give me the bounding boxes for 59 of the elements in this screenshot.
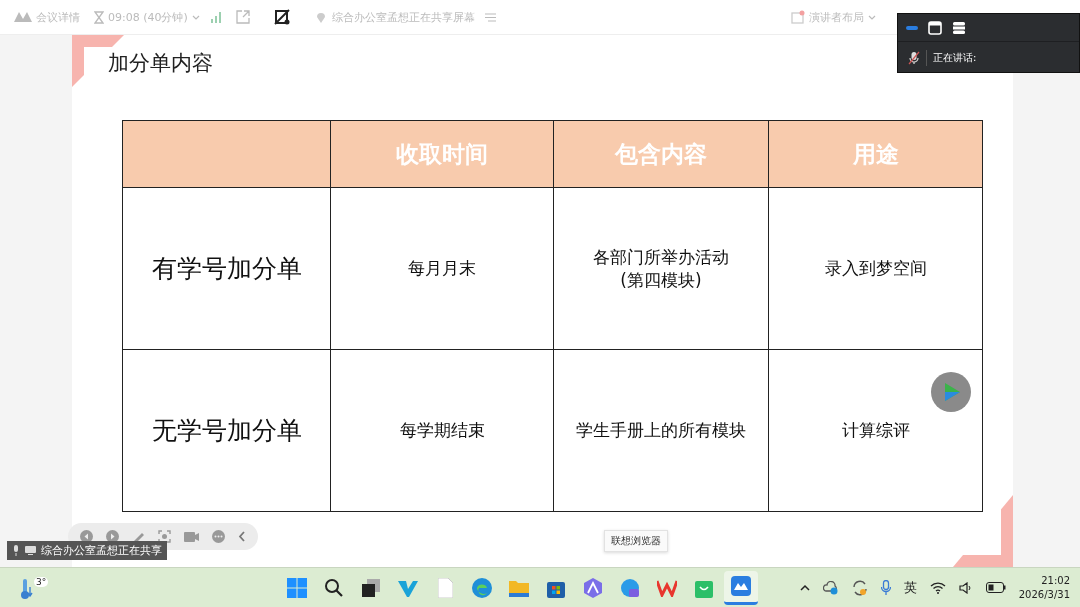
slide-title: 加分单内容 bbox=[108, 50, 213, 77]
sharing-notice-text: 综合办公室孟想正在共享 bbox=[41, 543, 162, 558]
mic-icon bbox=[12, 545, 20, 556]
column-header: 用途 bbox=[768, 120, 983, 188]
windows-icon bbox=[287, 577, 307, 598]
task-view-icon bbox=[362, 578, 380, 597]
column-header: 收取时间 bbox=[330, 120, 554, 188]
search-icon bbox=[324, 577, 344, 598]
table-cell: 各部门所举办活动 (第四模块) bbox=[553, 187, 769, 350]
list-icon[interactable] bbox=[952, 20, 966, 35]
table-cell: 录入到梦空间 bbox=[768, 187, 983, 350]
play-icon[interactable] bbox=[931, 372, 971, 412]
row-header: 无学号加分单 bbox=[122, 349, 331, 512]
clock-date[interactable]: 2026/3/31 bbox=[1018, 587, 1070, 602]
chevron-down-icon[interactable] bbox=[868, 14, 876, 20]
layout-icon bbox=[791, 10, 805, 24]
temperature: 3° bbox=[34, 576, 49, 587]
chevron-up-icon[interactable] bbox=[799, 584, 810, 591]
meeting-app-icon bbox=[731, 576, 751, 596]
thermometer-icon[interactable] bbox=[20, 576, 34, 599]
speaker-icon[interactable] bbox=[958, 581, 973, 594]
annotation-off-icon[interactable] bbox=[273, 9, 290, 25]
menu-icon[interactable] bbox=[484, 12, 496, 22]
mic-muted-icon bbox=[908, 51, 920, 65]
chevron-down-icon[interactable] bbox=[191, 14, 200, 20]
microphone-icon[interactable] bbox=[880, 579, 891, 596]
wifi-icon[interactable] bbox=[929, 581, 946, 594]
browser-icon bbox=[472, 577, 492, 598]
camera-icon[interactable] bbox=[184, 530, 199, 543]
tooltip: 联想浏览器 bbox=[604, 530, 668, 552]
location-icon bbox=[315, 11, 326, 23]
hourglass-icon bbox=[94, 10, 104, 24]
document-icon bbox=[437, 577, 453, 598]
signal-icon bbox=[209, 11, 222, 23]
row-header: 有学号加分单 bbox=[122, 187, 331, 350]
sharing-status: 综合办公室孟想正在共享屏幕 bbox=[331, 9, 475, 25]
logo-icon bbox=[14, 12, 32, 22]
screenshot-icon[interactable] bbox=[158, 530, 171, 543]
table-cell: 学生手册上的所有模块 bbox=[553, 349, 769, 512]
hexagon-logo-icon bbox=[583, 577, 603, 598]
clock-time[interactable]: 21:02 bbox=[1041, 573, 1070, 588]
column-header: 包含内容 bbox=[553, 120, 769, 188]
browser-ai-icon bbox=[620, 577, 640, 598]
window-icon[interactable] bbox=[928, 20, 942, 35]
cloud-icon[interactable] bbox=[822, 580, 839, 595]
more-icon[interactable] bbox=[212, 530, 225, 543]
table-cell: 每学期结束 bbox=[330, 349, 554, 512]
speaking-label: 正在讲话: bbox=[933, 51, 977, 65]
sync-icon[interactable] bbox=[851, 579, 868, 596]
battery-icon[interactable] bbox=[985, 582, 1006, 593]
collapse-icon[interactable] bbox=[238, 531, 246, 542]
minimize-icon[interactable] bbox=[906, 25, 918, 30]
v-logo-icon bbox=[398, 578, 418, 597]
folder-icon bbox=[509, 578, 529, 597]
table-cell: 每月月末 bbox=[330, 187, 554, 350]
screen-share-icon bbox=[25, 546, 36, 555]
input-method-indicator[interactable]: 英 bbox=[903, 578, 917, 597]
wps-logo-icon bbox=[657, 578, 677, 597]
external-window-icon[interactable] bbox=[235, 10, 250, 24]
